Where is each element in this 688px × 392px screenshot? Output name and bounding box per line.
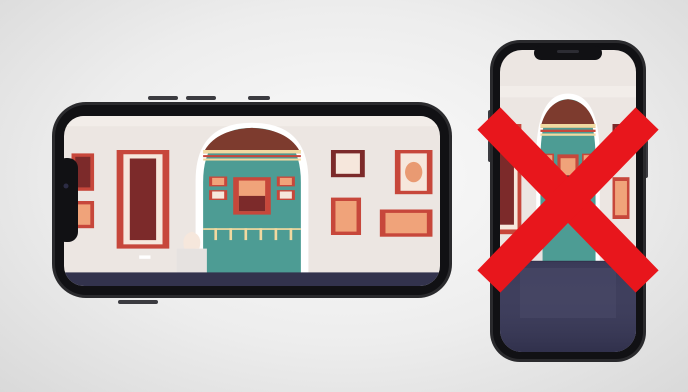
landscape-screen — [64, 116, 440, 286]
illustration — [52, 40, 659, 362]
landscape-phone — [52, 96, 452, 304]
comparison-scene — [0, 0, 688, 392]
